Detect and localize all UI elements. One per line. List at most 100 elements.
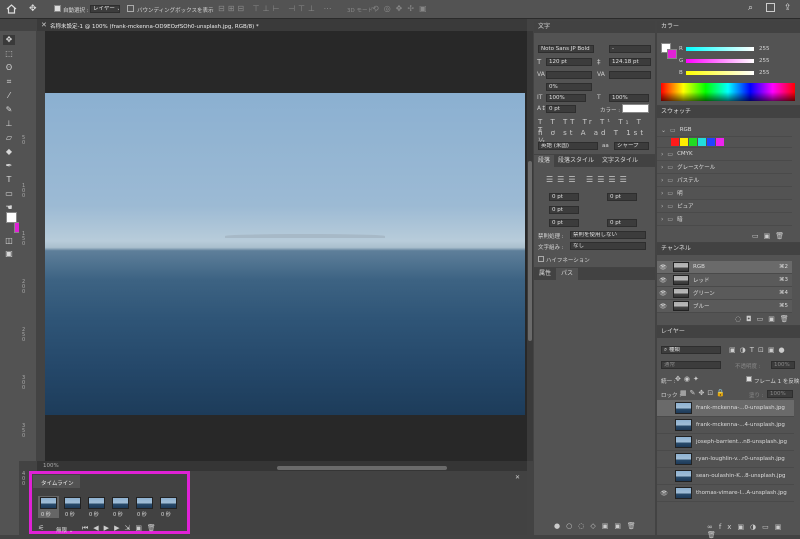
mojikumi-select[interactable]: なし [570, 242, 646, 250]
layer-row[interactable]: frank-mckenna-...4-unsplash.jpg [657, 417, 794, 434]
horizontal-scale-input[interactable]: 100% [609, 94, 649, 102]
tab-character-style[interactable]: 文字スタイル [598, 155, 642, 167]
eye-icon[interactable]: 👁 [657, 303, 669, 310]
tab-properties[interactable]: 属性 [534, 268, 556, 280]
language-select[interactable]: 英語 (米国) [538, 142, 598, 150]
layer-row[interactable]: joseph-barrient...n8-unsplash.jpg [657, 434, 794, 451]
swatch-group[interactable]: › ▭ 明 [657, 187, 792, 200]
swatch-group[interactable]: ⌄ ▭ RGB [657, 124, 792, 137]
lock-icons[interactable]: ▦✎✥⊡🔒 [680, 389, 728, 397]
playback-controls[interactable]: ⏮◀▶▶⇲▣🗑 [82, 524, 161, 533]
bounding-box-checkbox[interactable] [127, 5, 134, 12]
move-tool[interactable]: ✥ [3, 35, 15, 45]
channel-row[interactable]: 👁 RGB ⌘2 [657, 261, 792, 274]
channel-r-slider[interactable] [686, 47, 754, 51]
layers-footer-icons[interactable]: ∞fx▣◑▭▣🗑 [707, 523, 800, 539]
tab-paragraph-style[interactable]: 段落スタイル [554, 155, 598, 167]
channels-footer-icons[interactable]: ◌◘▭▣🗑 [735, 315, 794, 323]
frame-delay[interactable]: 0 秒 [137, 511, 147, 518]
indent-first-input[interactable]: 0 pt [549, 206, 579, 214]
unify-icons[interactable]: ✥◉✦ [675, 375, 702, 383]
frame-delay[interactable]: 0 秒 [113, 511, 123, 518]
color-swatch[interactable] [716, 138, 724, 146]
kerning-input[interactable] [546, 71, 592, 79]
channel-g-slider[interactable] [686, 59, 754, 63]
layer-row[interactable]: ryan-loughlin-v...r0-unsplash.jpg [657, 451, 794, 468]
blend-mode-select[interactable]: 通常 [661, 361, 721, 369]
document-tab-title[interactable]: 名称未設定-1 @ 100% (frank-mckenna-OD9EOzfSOh… [50, 22, 259, 30]
type-tool[interactable]: T [3, 175, 15, 185]
layer-row[interactable]: sean-oulashin-K...8-unsplash.jpg [657, 468, 794, 485]
timeline-panel-collapse-icon[interactable]: ✕ [515, 474, 520, 481]
swatch-group[interactable]: › ▭ 暗 [657, 213, 792, 226]
antialias-select[interactable]: シャープ [614, 142, 649, 150]
convert-icon[interactable]: ⚟ [38, 524, 44, 532]
swatch-group[interactable]: › ▭ グレースケール [657, 161, 792, 174]
eye-icon[interactable]: 👁 [657, 290, 669, 297]
shape-tool[interactable]: ▭ [3, 189, 15, 199]
layer-row[interactable]: frank-mckenna-...0-unsplash.jpg [657, 400, 794, 417]
quick-mask-icon[interactable]: ◫ [3, 236, 15, 246]
timeline-frame[interactable]: 0 秒 [110, 496, 131, 518]
brush-tool[interactable]: ✎ [3, 105, 15, 115]
color-swatch[interactable] [671, 138, 679, 146]
frame-delay[interactable]: 0 秒 [41, 511, 51, 518]
timeline-frame[interactable]: 0 秒 [62, 496, 83, 518]
share-icon[interactable]: ⇪ [784, 3, 792, 13]
paths-footer-icons[interactable]: ●○◌◇▣▣🗑 [554, 522, 642, 530]
swatches-footer-icons[interactable]: ▭▣🗑 [752, 232, 789, 240]
color-swatch[interactable] [689, 138, 697, 146]
eyedropper-tool[interactable]: ⁄ [3, 91, 15, 101]
eraser-tool[interactable]: ▱ [3, 133, 15, 143]
workspace-icon[interactable] [766, 3, 775, 12]
vertical-scale-input[interactable]: 100% [546, 94, 586, 102]
eye-icon[interactable]: 👁 [657, 264, 669, 271]
search-icon[interactable]: ⌕ [748, 3, 753, 13]
blur-tool[interactable]: ◆ [3, 147, 15, 157]
swatch-group[interactable]: › ▭ パステル [657, 174, 792, 187]
layer-filter-select[interactable]: ⌕ 種類 [661, 346, 721, 354]
frame-delay[interactable]: 0 秒 [89, 511, 99, 518]
fill-input[interactable]: 100% [767, 390, 793, 398]
eye-icon[interactable]: 👁 [657, 490, 671, 497]
kinsoku-select[interactable]: 禁則を使用しない [570, 231, 646, 239]
indent-left-input[interactable]: 0 pt [549, 193, 579, 201]
channel-r-value[interactable]: 255 [759, 46, 770, 52]
loop-select[interactable]: 無限 ⌄ [56, 526, 73, 534]
tab-paths[interactable]: パス [556, 268, 579, 280]
color-swatch[interactable] [680, 138, 688, 146]
channel-b-value[interactable]: 255 [759, 70, 770, 76]
bg-color-chip[interactable] [667, 49, 677, 59]
font-family-select[interactable]: Noto Sans JP Bold [538, 45, 594, 53]
vertical-scrollbar[interactable] [527, 31, 533, 461]
font-style-select[interactable]: - [609, 45, 651, 53]
channel-b-slider[interactable] [686, 71, 754, 75]
pen-tool[interactable]: ✒ [3, 161, 15, 171]
canvas-area[interactable] [45, 31, 527, 461]
tab-paragraph[interactable]: 段落 [534, 155, 555, 167]
layer-filter-icons[interactable]: ▣◑T⊡▣● [729, 346, 789, 354]
text-color-swatch[interactable] [622, 104, 649, 113]
color-swatch[interactable] [698, 138, 706, 146]
horizontal-scrollbar[interactable] [277, 466, 447, 470]
document-image[interactable] [45, 93, 525, 415]
swatch-group[interactable]: › ▭ CMYK [657, 148, 792, 161]
tsume-input[interactable]: 0% [546, 83, 592, 91]
lasso-tool[interactable]: ʘ [3, 63, 15, 73]
space-after-input[interactable]: 0 pt [607, 219, 637, 227]
indent-right-input[interactable]: 0 pt [607, 193, 637, 201]
hyphenation-checkbox[interactable] [538, 256, 544, 262]
timeline-frame[interactable]: 0 秒 [38, 496, 59, 518]
channel-row[interactable]: 👁 ブルー ⌘5 [657, 300, 792, 313]
color-swatch[interactable] [707, 138, 715, 146]
tracking-input[interactable] [609, 71, 651, 79]
frame-delay[interactable]: 0 秒 [65, 511, 75, 518]
home-icon[interactable] [6, 4, 17, 14]
timeline-frame[interactable]: 0 秒 [158, 496, 179, 518]
timeline-frame[interactable]: 0 秒 [134, 496, 155, 518]
channel-g-value[interactable]: 255 [759, 58, 770, 64]
channel-row[interactable]: 👁 レッド ⌘3 [657, 274, 792, 287]
crop-tool[interactable]: ⌗ [3, 77, 15, 87]
opacity-input[interactable]: 100% [771, 361, 795, 369]
timeline-frame[interactable]: 0 秒 [86, 496, 107, 518]
